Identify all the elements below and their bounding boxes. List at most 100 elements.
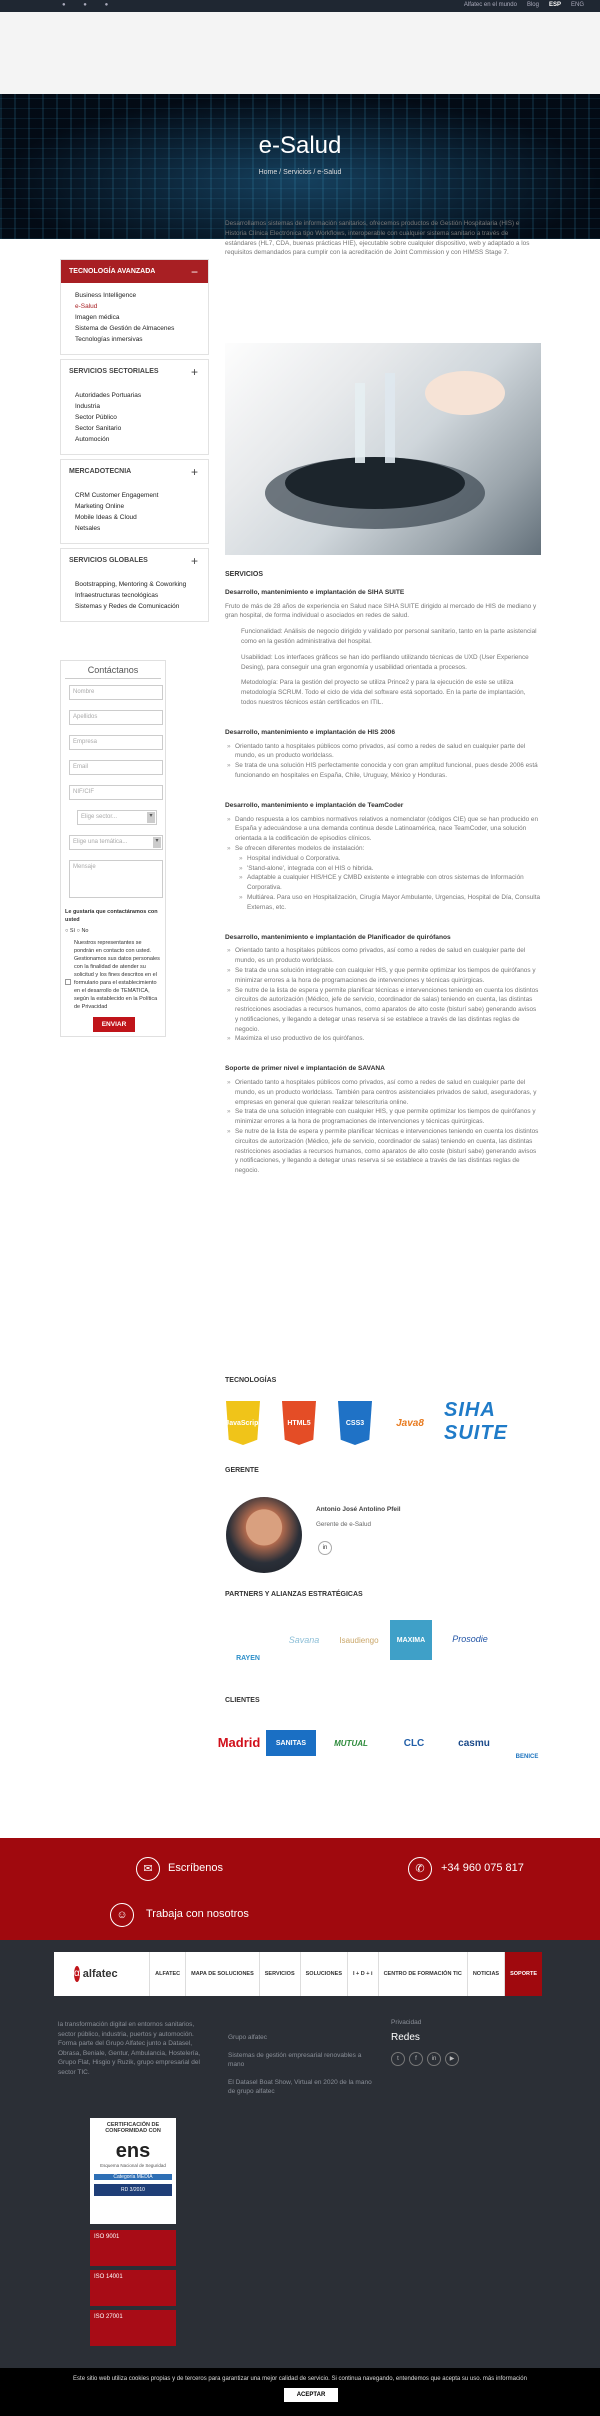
footer-privacy[interactable]: Privacidad xyxy=(391,2018,421,2028)
section-title: TECNOLOGÍA AVANZADA xyxy=(69,268,156,275)
sidebar-section-tecnologia[interactable]: TECNOLOGÍA AVANZADA − xyxy=(61,259,208,283)
sidebar-item[interactable]: Bootstrapping, Mentoring & Coworking xyxy=(75,579,208,590)
plus-icon[interactable]: + xyxy=(191,549,198,573)
write-us-link[interactable]: Escríbenos xyxy=(168,1862,223,1874)
section-title: SERVICIOS SECTORIALES xyxy=(69,368,159,375)
sidebar-item-active[interactable]: e-Salud xyxy=(75,301,208,312)
sidebar-item[interactable]: Automoción xyxy=(75,434,208,445)
sector-select[interactable]: Elige sector... xyxy=(77,810,157,825)
ens-code: RD 3/2010 xyxy=(94,2184,172,2196)
footer-nav-item[interactable]: SERVICIOS xyxy=(258,1952,300,1996)
list-item: Se nutre de la lista de espera y permite… xyxy=(225,986,541,1035)
sidebar-item[interactable]: Mobile Ideas & Cloud xyxy=(75,512,208,523)
sidebar-item[interactable]: Netsales xyxy=(75,523,208,534)
sidebar-section-globales[interactable]: SERVICIOS GLOBALES + xyxy=(61,548,208,572)
social-links: t f in ▶ xyxy=(391,2052,459,2066)
savana-logo: Savana xyxy=(288,1635,320,1645)
sidebar-section-sectoriales[interactable]: SERVICIOS SECTORIALES + xyxy=(61,359,208,383)
sidebar-item[interactable]: Marketing Online xyxy=(75,501,208,512)
people-icon[interactable]: ☺ xyxy=(110,1903,134,1927)
message-field[interactable]: Mensaje xyxy=(69,860,163,898)
name-field[interactable]: Nombre xyxy=(69,685,163,700)
footer-nav-item[interactable]: NOTICIAS xyxy=(466,1952,504,1996)
twitter-icon[interactable]: t xyxy=(391,2052,405,2066)
lang-eng[interactable]: ENG xyxy=(571,2,584,8)
footer-nav-item[interactable]: MAPA DE SOLUCIONES xyxy=(185,1952,259,1996)
sidebar-item[interactable]: Sector Público xyxy=(75,412,208,423)
mutual-logo: MUTUAL xyxy=(334,1738,368,1748)
footer-nav-item[interactable]: ALFATEC xyxy=(149,1952,185,1996)
sidebar-section-mercadotecnia[interactable]: MERCADOTECNIA + xyxy=(61,459,208,483)
news-item[interactable]: El Datasel Boat Show, Virtual en 2020 de… xyxy=(228,2078,378,2097)
top-bar: ● ● ● Alfatec en el mundo Blog ESP ENG xyxy=(0,0,600,12)
linkedin-icon[interactable]: in xyxy=(318,1541,332,1555)
rayen-logo: RAYEN xyxy=(226,1620,270,1662)
news-item[interactable]: Grupo alfatec xyxy=(228,2033,378,2043)
bullet-list: Orientado tanto a hospitales públicos co… xyxy=(225,1078,541,1176)
envelope-icon[interactable]: ✉ xyxy=(136,1857,160,1881)
footer-nav-item[interactable]: SOLUCIONES xyxy=(299,1952,347,1996)
radio-yes-label: Sí xyxy=(69,928,76,934)
sidebar-item[interactable]: Sector Sanitario xyxy=(75,423,208,434)
paragraph: Fruto de más de 28 años de experiencia e… xyxy=(225,602,537,620)
accept-cookies-button[interactable]: ACEPTAR xyxy=(284,2388,338,2402)
plus-icon[interactable]: + xyxy=(191,360,198,384)
contact-band: ✉ Escríbenos ✆ +34 960 075 817 ☺ Trabaja… xyxy=(0,1838,600,1940)
footer-logo[interactable]: α alfatec xyxy=(54,1966,118,1982)
topic-select[interactable]: Elige una temática... xyxy=(69,835,163,850)
social-icons[interactable]: ● ● ● xyxy=(62,2,116,8)
work-with-us-link[interactable]: Trabaja con nosotros xyxy=(146,1908,249,1920)
clc-logo: CLC xyxy=(403,1737,425,1749)
nif-field[interactable]: NIF/CIF xyxy=(69,785,163,800)
facebook-icon[interactable]: f xyxy=(409,2052,423,2066)
list-item: Multiárea. Para uso en Hospitalización, … xyxy=(237,893,541,913)
footer-nav-item[interactable]: CENTRO DE FORMACIÓN TIC xyxy=(377,1952,467,1996)
sidebar-item[interactable]: Tecnologías inmersivas xyxy=(75,334,208,345)
footer-nav-item[interactable]: I + D + i xyxy=(347,1952,378,1996)
ens-category: Categoría MEDIA xyxy=(94,2174,172,2180)
list-item: Orientado tanto a hospitales públicos co… xyxy=(225,1078,541,1107)
footer-nav: α alfatec ALFATEC MAPA DE SOLUCIONES SER… xyxy=(54,1952,542,1996)
avatar xyxy=(226,1497,302,1573)
ens-title: CERTIFICACIÓN DE CONFORMIDAD CON xyxy=(105,2122,161,2134)
list-item: Dando respuesta a los cambios normativos… xyxy=(225,815,541,844)
breadcrumb[interactable]: Home / Servicios / e-Salud xyxy=(0,169,600,176)
company-field[interactable]: Empresa xyxy=(69,735,163,750)
send-button[interactable]: ENVIAR xyxy=(93,1017,135,1032)
contact-radio-group: ○ Sí ○ No xyxy=(65,927,161,935)
minus-icon[interactable]: − xyxy=(191,260,198,284)
alfatec-logo-icon: α xyxy=(74,1966,80,1982)
sidebar-item[interactable]: Business Intelligence xyxy=(75,290,208,301)
ens-subtitle: Esquema Nacional de Seguridad xyxy=(100,2163,166,2168)
section-heading: Desarrollo, mantenimiento e implantación… xyxy=(225,728,396,736)
sanitas-logo: SANITAS xyxy=(266,1730,316,1756)
sidebar-item[interactable]: Sistema de Gestión de Almacenes xyxy=(75,323,208,334)
footer-nav-support[interactable]: SOPORTE xyxy=(504,1952,542,1996)
rayen-logo-text: RAYEN xyxy=(236,1655,260,1662)
plus-icon[interactable]: + xyxy=(191,460,198,484)
sidebar-item[interactable]: Imagen médica xyxy=(75,312,208,323)
lang-esp[interactable]: ESP xyxy=(549,2,561,8)
email-field[interactable]: Email xyxy=(69,760,163,775)
sidebar-item[interactable]: CRM Customer Engagement xyxy=(75,490,208,501)
youtube-icon[interactable]: ▶ xyxy=(445,2052,459,2066)
consent-checkbox[interactable] xyxy=(65,979,71,985)
sidebar-item[interactable]: Autoridades Portuarias xyxy=(75,390,208,401)
sidebar-item[interactable]: Sistemas y Redes de Comunicación xyxy=(75,601,208,612)
list-item: Adaptable a cualquier HIS/HCE y CMBD exi… xyxy=(237,873,541,893)
contact-question: Le gustaría que contactáramos con usted xyxy=(65,909,158,923)
sidebar-item[interactable]: Industria xyxy=(75,401,208,412)
manager-role: Gerente de e-Salud xyxy=(316,1521,371,1528)
phone-icon[interactable]: ✆ xyxy=(408,1857,432,1881)
linkedin-icon[interactable]: in xyxy=(427,2052,441,2066)
cookie-bar: Este sitio web utiliza cookies propias y… xyxy=(0,2368,600,2416)
tech-heading: TECNOLOGÍAS xyxy=(225,1377,277,1384)
list-item: Se ofrecen diferentes modelos de instala… xyxy=(225,844,541,854)
html5-logo: HTML5 xyxy=(282,1401,316,1445)
blog-link[interactable]: Blog xyxy=(527,2,539,8)
phone-number[interactable]: +34 960 075 817 xyxy=(441,1862,524,1874)
world-link[interactable]: Alfatec en el mundo xyxy=(464,2,517,8)
surname-field[interactable]: Apellidos xyxy=(69,710,163,725)
news-item[interactable]: Sistemas de gestión empresarial renovabl… xyxy=(228,2051,378,2070)
sidebar-item[interactable]: Infraestructuras tecnológicas xyxy=(75,590,208,601)
